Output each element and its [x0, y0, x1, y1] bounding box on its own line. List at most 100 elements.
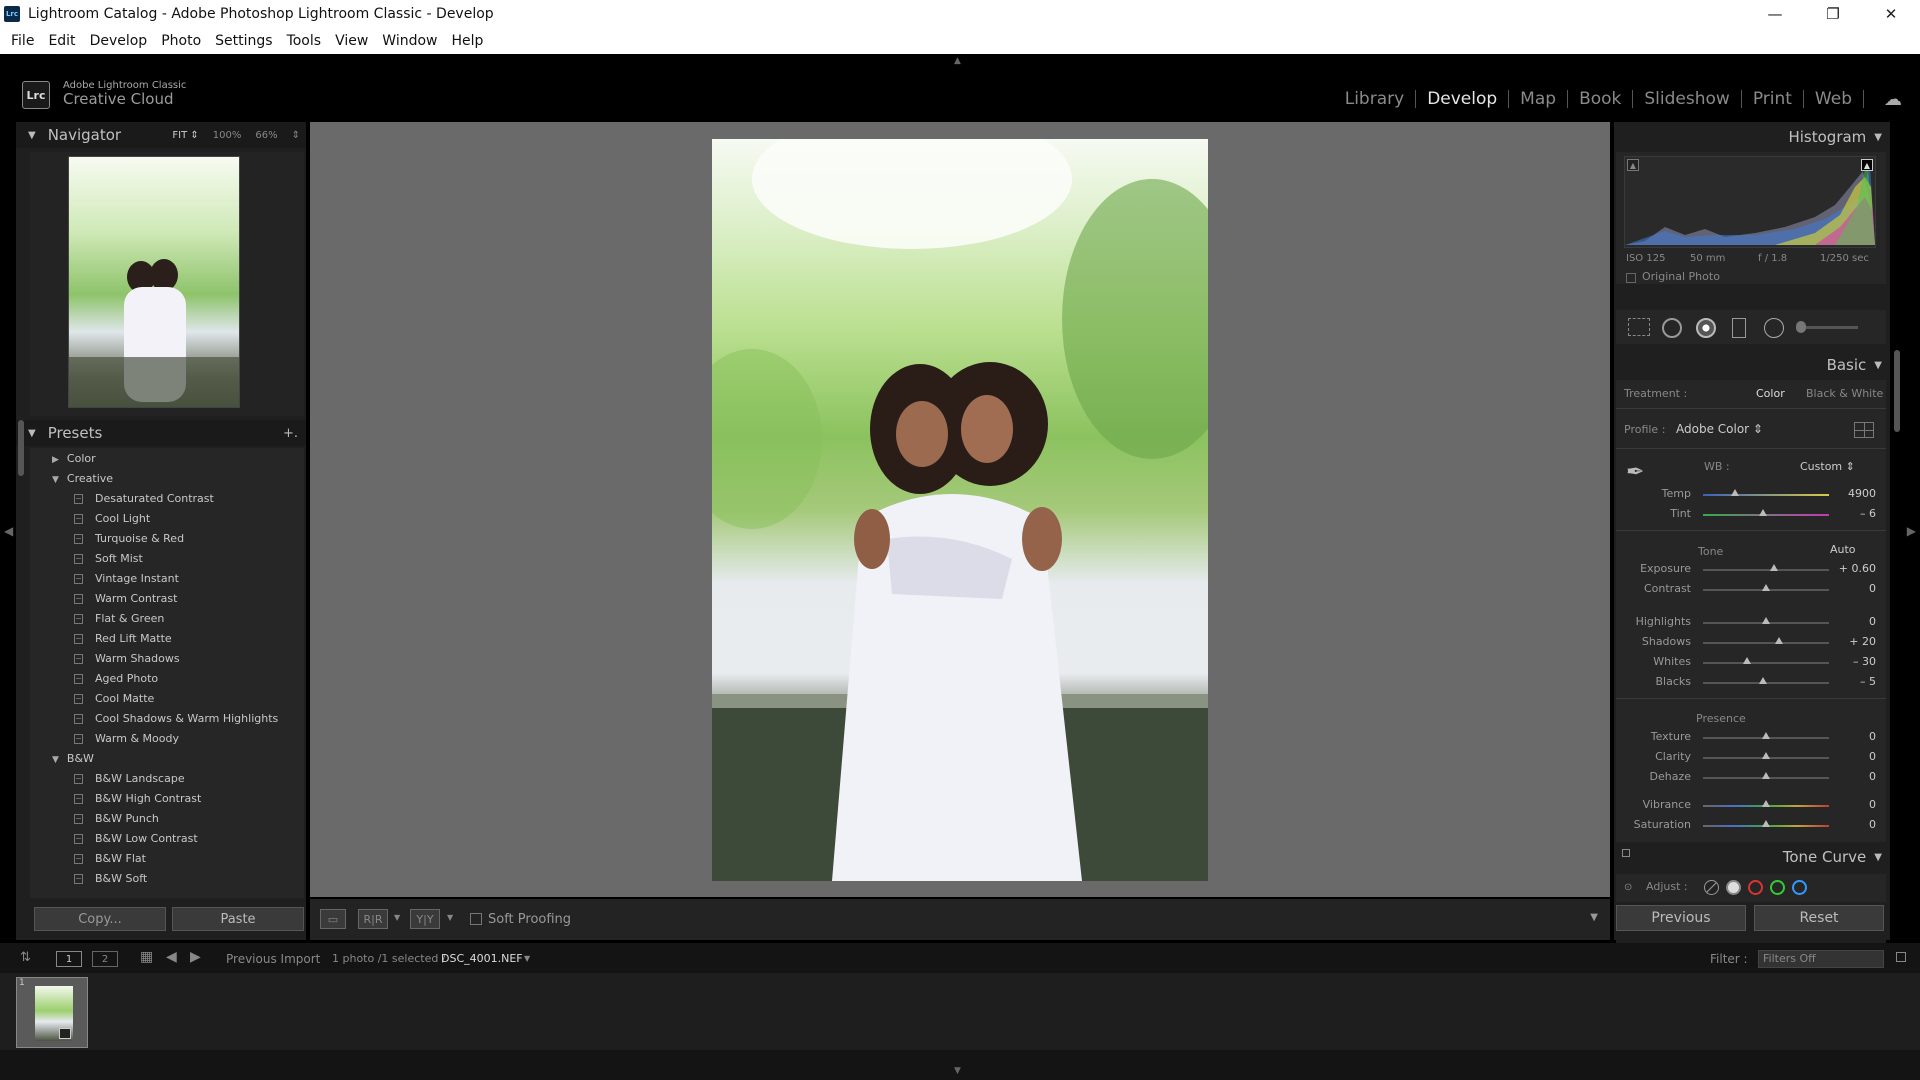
wb-dropdown[interactable]: Custom ⇕ [1800, 460, 1855, 473]
slider-knob[interactable] [1762, 584, 1770, 591]
before-after-lr-button[interactable]: R|R [358, 909, 388, 929]
presets-header[interactable]: ▼ Presets +. [16, 420, 306, 446]
treatment-color[interactable]: Color [1756, 387, 1785, 400]
slider-knob[interactable] [1758, 677, 1767, 684]
menu-help[interactable]: Help [452, 33, 484, 49]
preset-item[interactable]: Warm & Moody [74, 732, 179, 745]
adjustment-brush-icon[interactable] [1796, 321, 1806, 333]
point-curve-icon[interactable] [1726, 880, 1741, 895]
green-channel-icon[interactable] [1770, 880, 1785, 895]
dehaze-slider[interactable]: Dehaze 0 [1616, 768, 1886, 786]
zoom-fit[interactable]: FIT ⇕ [172, 130, 198, 141]
collapse-triangle-icon[interactable]: ▼ [52, 755, 59, 765]
preset-group-color[interactable]: ▶ Color [52, 452, 96, 465]
slider-knob[interactable] [1769, 564, 1778, 571]
clarity-slider[interactable]: Clarity 0 [1616, 748, 1886, 766]
slider-knob[interactable] [1762, 617, 1770, 624]
collapse-top-arrow-icon[interactable]: ▲ [954, 56, 961, 66]
add-preset-icon[interactable]: +. [283, 426, 298, 441]
histogram-header[interactable]: Histogram ▼ [1788, 128, 1882, 146]
secondary-display-icon[interactable]: ⇅ [20, 950, 31, 965]
filename-dropdown-icon[interactable]: ▼ [524, 954, 530, 963]
before-after-tb-button[interactable]: Y|Y [410, 909, 440, 929]
main-window-button[interactable]: 1 [56, 951, 82, 967]
preset-item[interactable]: Cool Light [74, 512, 150, 525]
right-panel-toggle-icon[interactable]: ▶ [1907, 524, 1916, 538]
basic-header[interactable]: Basic ▼ [1827, 356, 1882, 374]
module-develop[interactable]: Develop [1416, 89, 1508, 109]
preset-group-bw[interactable]: ▼ B&W [52, 752, 94, 765]
panel-switch-icon[interactable] [1622, 849, 1630, 857]
minimize-button[interactable]: — [1746, 0, 1804, 28]
preset-item[interactable]: B&W Landscape [74, 772, 185, 785]
preset-item[interactable]: B&W Flat [74, 852, 146, 865]
preset-item[interactable]: Flat & Green [74, 612, 164, 625]
menu-settings[interactable]: Settings [215, 33, 272, 49]
slider-knob[interactable] [1762, 752, 1770, 759]
menu-view[interactable]: View [335, 33, 368, 49]
menu-file[interactable]: File [11, 33, 34, 49]
filter-dropdown[interactable]: Filters Off [1758, 950, 1884, 968]
collapse-triangle-icon[interactable]: ▼ [28, 428, 36, 439]
right-panel-scrollbar[interactable] [1894, 350, 1900, 432]
preset-group-creative[interactable]: ▼ Creative [52, 472, 113, 485]
copy-settings-button[interactable]: Copy... [34, 907, 166, 931]
expand-triangle-icon[interactable]: ▶ [52, 455, 59, 465]
vibrance-slider[interactable]: Vibrance 0 [1616, 796, 1886, 814]
highlight-clipping-icon[interactable]: ▲ [1861, 159, 1873, 171]
menu-photo[interactable]: Photo [161, 33, 201, 49]
slider-knob[interactable] [1762, 772, 1770, 779]
blue-channel-icon[interactable] [1792, 880, 1807, 895]
collapse-triangle-icon[interactable]: ▼ [28, 130, 36, 141]
treatment-bw[interactable]: Black & White [1806, 387, 1883, 400]
grid-view-icon[interactable]: ▦ [140, 949, 153, 965]
red-channel-icon[interactable] [1748, 880, 1763, 895]
preset-item[interactable]: Vintage Instant [74, 572, 179, 585]
preset-item[interactable]: Soft Mist [74, 552, 143, 565]
menu-window[interactable]: Window [382, 33, 437, 49]
auto-tone-button[interactable]: Auto [1830, 543, 1856, 556]
main-photo[interactable] [712, 139, 1208, 881]
profile-dropdown[interactable]: Adobe Color ⇕ [1676, 422, 1763, 436]
slider-knob[interactable] [1759, 509, 1768, 516]
red-eye-icon[interactable] [1696, 318, 1716, 338]
preset-item[interactable]: Desaturated Contrast [74, 492, 214, 505]
maximize-button[interactable]: ❐ [1804, 0, 1862, 28]
highlights-slider[interactable]: Highlights 0 [1616, 613, 1886, 631]
module-print[interactable]: Print [1742, 89, 1803, 109]
tint-slider[interactable]: Tint – 6 [1616, 505, 1886, 523]
graduated-filter-icon[interactable] [1732, 318, 1746, 338]
zoom-more[interactable]: ⇕ [292, 130, 300, 141]
blacks-slider[interactable]: Blacks – 5 [1616, 673, 1886, 691]
menu-tools[interactable]: Tools [287, 33, 322, 49]
preset-item[interactable]: Warm Shadows [74, 652, 180, 665]
texture-slider[interactable]: Texture 0 [1616, 728, 1886, 746]
spot-removal-icon[interactable] [1662, 318, 1682, 338]
preset-item[interactable]: Turquoise & Red [74, 532, 184, 545]
saturation-slider[interactable]: Saturation 0 [1616, 816, 1886, 834]
exposure-slider[interactable]: Exposure + 0.60 [1616, 560, 1886, 578]
filter-lock-icon[interactable] [1896, 952, 1906, 962]
previous-button[interactable]: Previous [1616, 905, 1746, 931]
slider-knob[interactable] [1743, 657, 1752, 664]
collapse-triangle-icon[interactable]: ▼ [1874, 360, 1882, 371]
module-map[interactable]: Map [1509, 89, 1567, 109]
slider-knob[interactable] [1762, 820, 1770, 827]
dropdown-arrow-icon[interactable]: ▼ [394, 913, 400, 922]
forward-arrow-icon[interactable]: ▶ [190, 949, 201, 965]
preset-item[interactable]: Cool Matte [74, 692, 154, 705]
whites-slider[interactable]: Whites – 30 [1616, 653, 1886, 671]
module-library[interactable]: Library [1334, 89, 1415, 109]
preset-item[interactable]: B&W Soft [74, 872, 147, 885]
collapse-bottom-arrow-icon[interactable]: ▼ [954, 1066, 961, 1076]
contrast-slider[interactable]: Contrast 0 [1616, 580, 1886, 598]
preset-item[interactable]: Warm Contrast [74, 592, 177, 605]
source-label[interactable]: Previous Import [226, 952, 320, 966]
reset-button[interactable]: Reset [1754, 905, 1884, 931]
cloud-sync-icon[interactable]: ☁ [1884, 89, 1902, 110]
preset-item[interactable]: Red Lift Matte [74, 632, 172, 645]
dropdown-arrow-icon[interactable]: ▼ [447, 913, 453, 922]
menu-develop[interactable]: Develop [90, 33, 148, 49]
menu-edit[interactable]: Edit [48, 33, 75, 49]
second-window-button[interactable]: 2 [92, 951, 118, 967]
